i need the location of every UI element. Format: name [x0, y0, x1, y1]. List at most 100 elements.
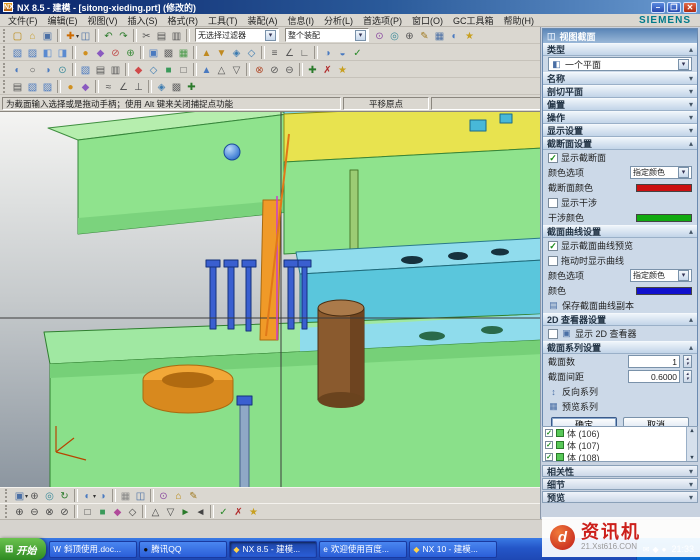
move-component-icon[interactable]: ●	[63, 79, 78, 94]
drag-show-curve-checkbox[interactable]	[548, 256, 558, 266]
datum-plane-icon[interactable]: ▧	[10, 45, 25, 60]
perpendicular-icon[interactable]: ⊥	[131, 79, 146, 94]
minimize-button[interactable]: –	[651, 2, 665, 13]
mirror-assembly-icon[interactable]: ◆	[78, 79, 93, 94]
snap-point-icon[interactable]: ⊙	[372, 28, 387, 43]
block-icon[interactable]: ◆	[93, 45, 108, 60]
snap-existing-point-icon[interactable]: ■	[95, 504, 110, 519]
snap-point-on-face-icon[interactable]: ◇	[125, 504, 140, 519]
show-curve-preview-checkbox[interactable]: ✓	[548, 241, 558, 251]
play-icon[interactable]: ►	[178, 504, 193, 519]
edge-blend-icon[interactable]: ◈	[229, 45, 244, 60]
close-button[interactable]: ✕	[683, 2, 697, 13]
section-header-2d-viewer[interactable]: 2D 查看器设置▴	[543, 313, 697, 326]
scroll-up-icon[interactable]: ▴	[690, 427, 693, 434]
redo-icon[interactable]: ↷	[116, 28, 131, 43]
menu-item[interactable]: 文件(F)	[3, 14, 43, 27]
toolbar-grip[interactable]	[3, 63, 7, 76]
dialog-titlebar[interactable]: ◫ 视图截面	[543, 29, 697, 43]
scroll-down-icon[interactable]: ▾	[690, 454, 693, 461]
show-cap-checkbox[interactable]: ✓	[548, 153, 558, 163]
snap-icon[interactable]: ⊙	[156, 488, 171, 503]
save-curve-copy-button[interactable]: ▤ 保存截面曲线副本	[543, 298, 697, 313]
wireframe-icon[interactable]: ○	[25, 62, 40, 77]
selection-filter-combo[interactable]: 无选择过滤器 ▾	[195, 28, 279, 42]
snap-intersection-icon[interactable]: ⊗	[42, 504, 57, 519]
menu-item[interactable]: 首选项(P)	[358, 14, 407, 27]
section-header-type[interactable]: 类型▴	[543, 43, 697, 56]
selection-scope-combo[interactable]: 整个装配 ▾	[285, 28, 369, 42]
trim-body-icon[interactable]: ▦	[176, 45, 191, 60]
section-header-operation[interactable]: 操作▾	[543, 111, 697, 124]
tree-item-checkbox[interactable]: ✓	[545, 441, 553, 449]
cone-icon[interactable]: ▲	[199, 62, 214, 77]
menu-item[interactable]: 分析(L)	[319, 14, 358, 27]
point-icon[interactable]: ⊕	[402, 28, 417, 43]
revolve-icon[interactable]: ◨	[55, 45, 70, 60]
taskbar-item[interactable]: ●腾讯QQ	[139, 541, 227, 558]
center-view-icon[interactable]: ⊙	[55, 62, 70, 77]
snap-pole-icon[interactable]: ▽	[163, 504, 178, 519]
body-b-plate[interactable]	[284, 148, 543, 254]
tree-item[interactable]: ✓体 (106)	[543, 427, 686, 439]
dependencies-bar[interactable]: 相关性▾	[542, 465, 698, 477]
curve-icon[interactable]: ≈	[101, 79, 116, 94]
viewport-canvas[interactable]	[0, 112, 543, 487]
disable-snap-icon[interactable]: ✗	[231, 504, 246, 519]
shade-icon[interactable]: ◐	[447, 28, 462, 43]
cut-icon[interactable]: ✂	[139, 28, 154, 43]
wave-link-icon[interactable]: ◈	[154, 79, 169, 94]
sketch-curve-icon[interactable]: ◇	[146, 62, 161, 77]
front-view-icon[interactable]: ▥	[108, 62, 123, 77]
menu-item[interactable]: 格式(R)	[163, 14, 204, 27]
open-icon[interactable]: ⌂	[25, 28, 40, 43]
snap-vertex-icon[interactable]: △	[148, 504, 163, 519]
tree-scrollbar[interactable]: ▴ ▾	[686, 427, 697, 461]
preview-bar[interactable]: 预览▾	[542, 491, 698, 503]
delete-icon[interactable]: ✗	[320, 62, 335, 77]
section-header-offset[interactable]: 偏置▾	[543, 98, 697, 111]
restore-button[interactable]: ❐	[667, 2, 681, 13]
menu-item[interactable]: GC工具箱	[448, 14, 499, 27]
role-icon[interactable]: ▤	[10, 79, 25, 94]
details-bar[interactable]: 细节▾	[542, 478, 698, 490]
undo-icon[interactable]: ↶	[101, 28, 116, 43]
section-header-series[interactable]: 截面系列设置▴	[543, 341, 697, 354]
tree-item[interactable]: ✓体 (107)	[543, 439, 686, 451]
rotate-view-icon[interactable]: ↻	[57, 488, 72, 503]
layer-settings-icon[interactable]: ▦	[118, 488, 133, 503]
favorites-icon[interactable]: ★	[462, 28, 477, 43]
start-button[interactable]: ⊞ 开始	[0, 538, 46, 560]
expression-icon[interactable]: ≡	[267, 45, 282, 60]
angle-icon[interactable]: ∠	[116, 79, 131, 94]
body-insert[interactable]	[260, 200, 281, 340]
interference-color-swatch[interactable]	[636, 214, 692, 222]
unite-icon[interactable]: ⊖	[282, 62, 297, 77]
home-view-icon[interactable]: ⌂	[171, 488, 186, 503]
top-view-icon[interactable]: ▤	[93, 62, 108, 77]
insert-icon[interactable]: ✚	[305, 62, 320, 77]
pattern-feature-icon[interactable]: ▩	[169, 79, 184, 94]
section-count-spinner[interactable]: ▴▾	[683, 355, 692, 368]
examine-geometry-icon[interactable]: ✓	[350, 45, 365, 60]
menu-item[interactable]: 帮助(H)	[499, 14, 540, 27]
shell-icon[interactable]: ◇	[244, 45, 259, 60]
preview-series-button[interactable]: ▦ 预览系列	[543, 399, 697, 414]
zoom-icon[interactable]: ⊕	[27, 488, 42, 503]
boss-icon[interactable]: ⊕	[123, 45, 138, 60]
sphere-icon[interactable]: ●	[78, 45, 93, 60]
half-shade-icon[interactable]: ◑	[40, 62, 55, 77]
render-style-icon[interactable]: ◐▾	[80, 488, 95, 503]
reverse-series-button[interactable]: ↕ 反向系列	[543, 384, 697, 399]
section-header-plane[interactable]: 剖切平面▾	[543, 85, 697, 98]
measure-angle-icon[interactable]: ∠	[282, 45, 297, 60]
section-header-curve[interactable]: 截面曲线设置▴	[543, 225, 697, 238]
sheet-icon[interactable]: □	[176, 62, 191, 77]
taskbar-item[interactable]: e欢迎使用百度...	[319, 541, 407, 558]
section-view-icon[interactable]: ◑	[320, 45, 335, 60]
shaded-view-icon[interactable]: ◐	[10, 62, 25, 77]
tree-item[interactable]: ✓体 (108)	[543, 451, 686, 462]
section-spacing-input[interactable]: 0.6000	[628, 370, 680, 383]
curve-color-swatch[interactable]	[636, 287, 692, 295]
show-interference-checkbox[interactable]	[548, 198, 558, 208]
